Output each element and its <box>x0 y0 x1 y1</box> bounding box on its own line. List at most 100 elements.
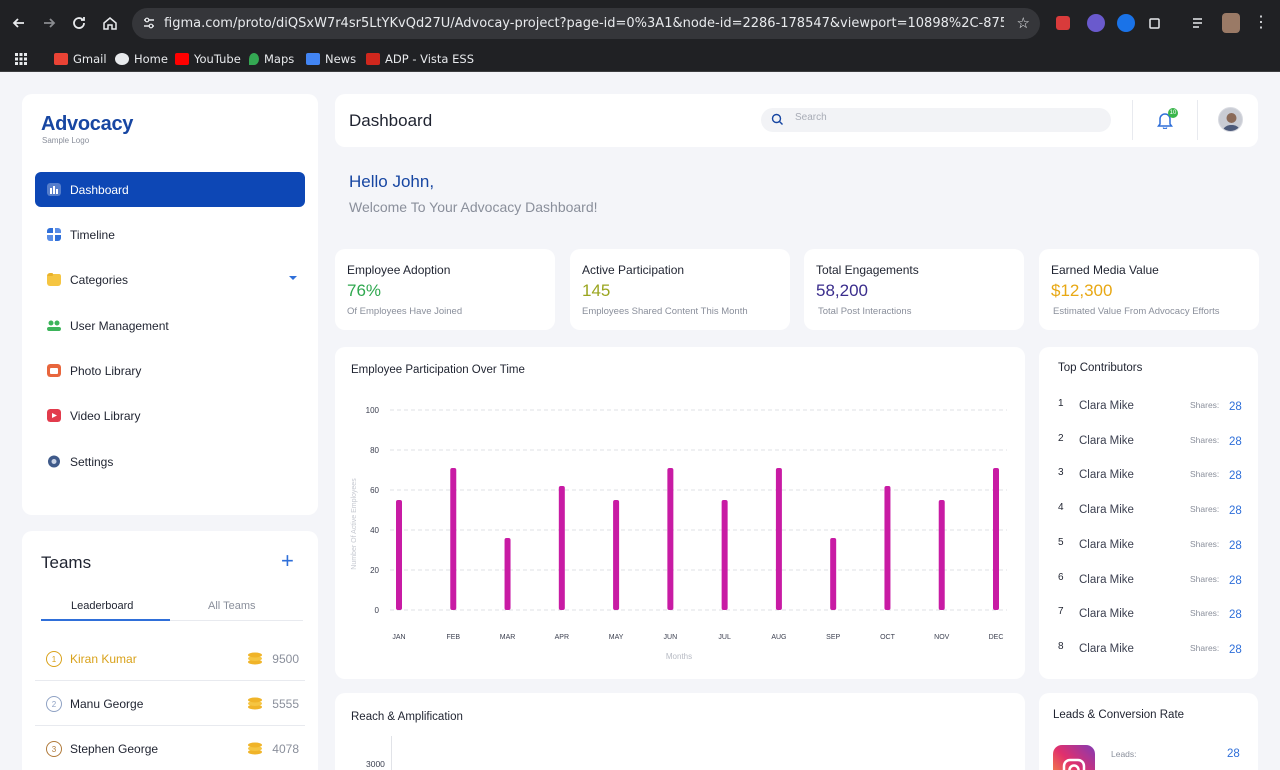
member-score: 9500 <box>272 652 299 666</box>
sidebar-item-photo-library[interactable]: Photo Library <box>35 353 305 388</box>
maps-pin-icon <box>249 53 259 65</box>
tab-leaderboard[interactable]: Leaderboard <box>71 600 133 612</box>
leaderboard-row[interactable]: 1 Kiran Kumar 9500 <box>35 637 305 681</box>
media-icon[interactable] <box>1188 12 1210 34</box>
contributor-row[interactable]: 3 Clara Mike Shares: 28 <box>1058 467 1246 487</box>
stat-subtitle: Employees Shared Content This Month <box>582 306 748 317</box>
bookmark-maps[interactable]: Maps <box>249 50 294 68</box>
forward-icon[interactable] <box>38 12 60 34</box>
back-icon[interactable] <box>8 12 30 34</box>
sidebar-item-timeline[interactable]: Timeline <box>35 217 305 252</box>
member-score: 4078 <box>272 742 299 756</box>
url-text[interactable]: figma.com/proto/diQSxW7r4sr5LtYKvQd27U/A… <box>164 16 1004 31</box>
bookmark-gmail[interactable]: Gmail <box>54 50 107 68</box>
bookmark-youtube[interactable]: YouTube <box>175 50 241 68</box>
folder-icon <box>47 273 61 286</box>
instagram-icon <box>1053 745 1095 770</box>
menu-kebab-icon[interactable]: ⋮ <box>1250 12 1272 34</box>
bookmark-label: ADP - Vista ESS <box>385 52 474 66</box>
chevron-down-icon[interactable] <box>289 276 297 280</box>
extension-icon[interactable] <box>1117 14 1135 32</box>
reach-amplification-card: Reach & Amplification 3000 <box>335 693 1025 770</box>
x-tick-label: FEB <box>446 634 460 641</box>
shares-label: Shares: <box>1190 573 1220 584</box>
home-icon[interactable] <box>99 12 121 34</box>
contributor-row[interactable]: 6 Clara Mike Shares: 28 <box>1058 572 1246 592</box>
x-tick-label: APR <box>555 634 569 641</box>
sidebar-item-label: Categories <box>70 272 129 287</box>
stat-value: 76% <box>347 281 382 300</box>
sidebar-item-settings[interactable]: Settings <box>35 444 305 479</box>
contributor-row[interactable]: 4 Clara Mike Shares: 28 <box>1058 502 1246 522</box>
bookmark-news[interactable]: News <box>306 50 356 68</box>
x-tick-label: OCT <box>880 634 896 641</box>
top-contributors-title: Top Contributors <box>1058 362 1143 374</box>
y-axis-label: Number Of Active Employees <box>351 478 358 570</box>
add-team-button[interactable]: + <box>281 550 294 572</box>
sidebar-item-label: Settings <box>70 454 114 469</box>
bar-nov <box>938 500 945 610</box>
contributor-rank: 5 <box>1058 536 1064 548</box>
youtube-icon <box>175 53 189 65</box>
bookmark-adp[interactable]: ADP - Vista ESS <box>366 50 474 68</box>
leaderboard-row[interactable]: 2 Manu George 5555 <box>35 682 305 726</box>
avatar[interactable] <box>1218 107 1243 132</box>
contributor-row[interactable]: 2 Clara Mike Shares: 28 <box>1058 433 1246 453</box>
coins-icon <box>248 742 262 755</box>
bookmarks-bar: Gmail Home YouTube Maps News ADP - Vista… <box>0 46 1280 72</box>
tab-all-teams[interactable]: All Teams <box>208 600 255 612</box>
contributor-rank: 1 <box>1058 398 1064 409</box>
x-tick-label: MAY <box>609 634 624 641</box>
apps-grid-icon[interactable] <box>14 50 28 68</box>
sidebar-item-label: Dashboard <box>70 182 129 197</box>
reload-icon[interactable] <box>68 12 90 34</box>
x-tick-label: JAN <box>392 634 405 641</box>
logo[interactable]: Advocacy <box>41 113 133 136</box>
bookmark-star-icon[interactable]: ☆ <box>1017 14 1030 32</box>
leads-conversion-card: Leads & Conversion Rate Leads: 28 <box>1039 693 1258 770</box>
search-input[interactable] <box>795 112 1095 123</box>
bookmark-home[interactable]: Home <box>115 50 168 68</box>
extension-icon[interactable] <box>1087 14 1105 32</box>
address-bar[interactable]: figma.com/proto/diQSxW7r4sr5LtYKvQd27U/A… <box>132 8 1040 39</box>
sidebar-item-user-management[interactable]: User Management <box>35 308 305 343</box>
contributor-row[interactable]: 1 Clara Mike Shares: 28 <box>1058 398 1246 418</box>
shares-value: 28 <box>1229 505 1242 518</box>
participation-bar-chart: 0 20 40 60 80 100 JAN FEB MAR APR MAY JUN JUL AUG SEP O… <box>351 406 1007 661</box>
extension-icon[interactable] <box>1056 16 1070 30</box>
top-contributors-card: Top Contributors 1 Clara Mike Shares: 28 2 Cl… <box>1039 347 1258 679</box>
greeting-hello: Hello John, <box>349 172 435 191</box>
users-icon <box>47 320 61 331</box>
chart-icon <box>47 183 61 196</box>
shares-value: 28 <box>1229 435 1242 448</box>
logo-subtitle: Sample Logo <box>42 136 90 145</box>
contributor-row[interactable]: 7 Clara Mike Shares: 28 <box>1058 606 1246 626</box>
leaderboard-row[interactable]: 3 Stephen George 4078 <box>35 727 305 770</box>
contributor-row[interactable]: 8 Clara Mike Shares: 28 <box>1058 641 1246 661</box>
contributor-name: Clara Mike <box>1079 400 1134 412</box>
stat-value: $12,300 <box>1051 281 1113 300</box>
sidebar-item-label: Video Library <box>70 408 141 423</box>
reach-tick-label: 3000 <box>366 759 385 769</box>
sidebar-item-categories[interactable]: Categories <box>35 262 305 297</box>
profile-avatar[interactable] <box>1222 13 1240 33</box>
site-settings-icon[interactable] <box>142 16 156 30</box>
stat-title: Active Participation <box>582 263 685 277</box>
member-score: 5555 <box>272 697 299 711</box>
search-bar[interactable] <box>761 108 1111 132</box>
contributor-row[interactable]: 5 Clara Mike Shares: 28 <box>1058 537 1246 557</box>
bar-feb <box>450 468 457 610</box>
bar-sep <box>830 538 837 610</box>
sidebar-item-dashboard[interactable]: Dashboard <box>35 172 305 207</box>
sidebar-item-video-library[interactable]: Video Library <box>35 398 305 433</box>
bar-apr <box>558 486 565 610</box>
x-tick-label: DEC <box>989 634 1004 641</box>
y-tick-label: 100 <box>366 406 380 415</box>
rank-badge-icon: 1 <box>46 651 62 667</box>
bookmark-label: Home <box>134 52 168 66</box>
member-name: Stephen George <box>70 742 159 756</box>
bar-jul <box>721 500 728 610</box>
extensions-puzzle-icon[interactable] <box>1144 12 1166 34</box>
grid-icon <box>47 228 61 241</box>
teams-title: Teams <box>41 553 92 572</box>
